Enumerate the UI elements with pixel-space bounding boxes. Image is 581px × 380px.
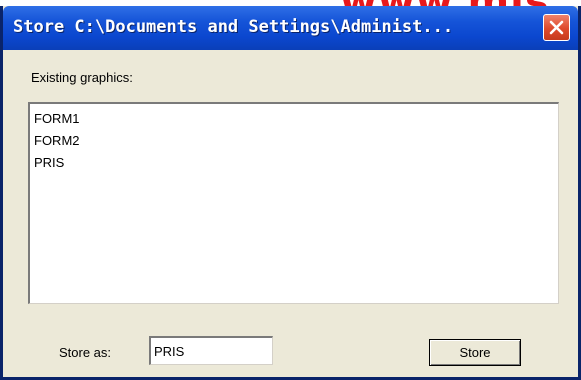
store-as-label: Store as:	[59, 345, 112, 360]
list-item-form2[interactable]: FORM2	[34, 130, 80, 152]
close-icon	[549, 20, 564, 35]
store-as-input[interactable]	[149, 336, 273, 365]
existing-graphics-label: Existing graphics:	[31, 70, 133, 85]
existing-graphics-list[interactable]: FORM1 FORM2 PRIS	[28, 102, 559, 304]
close-button[interactable]	[543, 14, 570, 41]
store-dialog: Store C:\Documents and Settings\Administ…	[0, 6, 581, 380]
list-item-form1[interactable]: FORM1	[34, 108, 80, 130]
window-title: Store C:\Documents and Settings\Administ…	[13, 17, 454, 37]
store-button[interactable]: Store	[429, 339, 521, 366]
list-item-pris[interactable]: PRIS	[34, 152, 64, 174]
title-bar[interactable]: Store C:\Documents and Settings\Administ…	[3, 6, 578, 50]
